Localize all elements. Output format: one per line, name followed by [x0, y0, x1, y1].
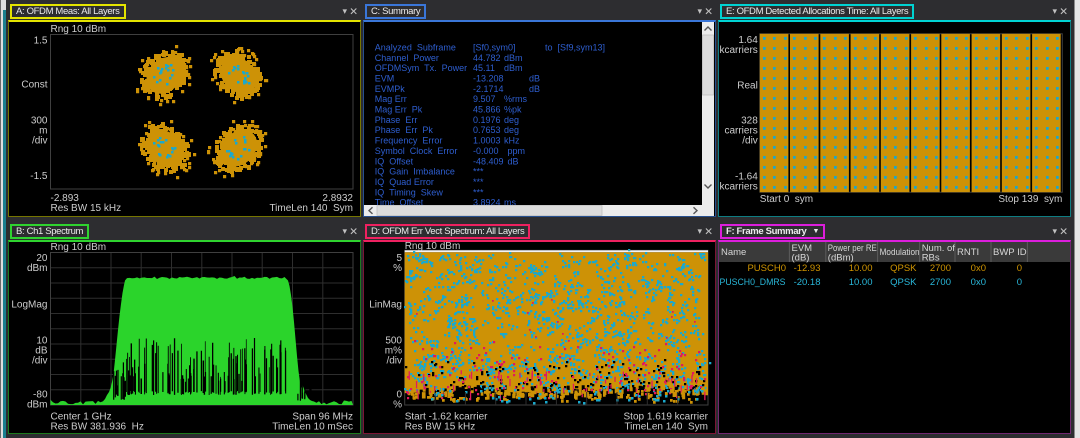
svg-text:Real: Real — [737, 81, 758, 92]
svg-text:/div: /div — [32, 136, 48, 147]
svg-text:Res BW 15 kHz: Res BW 15 kHz — [405, 422, 476, 433]
svg-text:%rms: %rms — [504, 94, 527, 104]
svg-text:(dBm): (dBm) — [828, 252, 854, 263]
svg-text:-13.208: -13.208 — [473, 73, 504, 83]
svg-text:/div: /div — [742, 136, 758, 147]
svg-text:[Sf0,sym0]: [Sf0,sym0] — [473, 42, 516, 52]
svg-text:QPSK: QPSK — [890, 263, 917, 274]
svg-text:RNTI: RNTI — [957, 247, 979, 258]
svg-text:PUSCH0: PUSCH0 — [747, 263, 786, 274]
svg-text:to [Sf9,sym13]: to [Sf9,sym13] — [545, 42, 605, 52]
svg-text:%: % — [393, 263, 402, 274]
svg-text:2700: 2700 — [930, 263, 951, 274]
svg-text:dBm: dBm — [27, 400, 48, 411]
svg-text:Phase Err: Phase Err — [375, 115, 418, 125]
svg-text:10.00: 10.00 — [849, 277, 873, 288]
svg-text:IQ Gain Imbalance: IQ Gain Imbalance — [375, 167, 455, 177]
svg-text:Rng 10 dBm: Rng 10 dBm — [51, 24, 107, 35]
svg-text:LinMag: LinMag — [369, 300, 402, 311]
svg-text:10.00: 10.00 — [849, 263, 873, 274]
svg-text:Symbol Clock Error: Symbol Clock Error — [375, 146, 458, 156]
svg-text:TimeLen 10 mSec: TimeLen 10 mSec — [272, 422, 353, 433]
svg-text:IQ Offset: IQ Offset — [375, 156, 414, 166]
svg-text:%pk: %pk — [504, 105, 522, 115]
svg-text:Mag Err: Mag Err — [375, 94, 407, 104]
svg-text:0: 0 — [1017, 263, 1022, 274]
svg-text:***: *** — [473, 167, 484, 177]
svg-text:Modulation: Modulation — [880, 247, 920, 258]
svg-text:-2.1714: -2.1714 — [473, 84, 504, 94]
svg-text:Res BW 381.936 Hz: Res BW 381.936 Hz — [51, 422, 144, 433]
svg-text:-48.409: -48.409 — [473, 156, 504, 166]
svg-text:Mag Err Pk: Mag Err Pk — [375, 105, 423, 115]
svg-text:RBs: RBs — [922, 252, 940, 263]
svg-text:BWP ID: BWP ID — [993, 247, 1027, 258]
svg-text:TimeLen 140 Sym: TimeLen 140 Sym — [269, 203, 353, 214]
svg-text:0.1976: 0.1976 — [473, 115, 501, 125]
svg-text:deg: deg — [504, 125, 519, 135]
svg-text:45.11: 45.11 — [473, 63, 495, 73]
svg-text:0: 0 — [1017, 277, 1022, 288]
svg-text:EVMPk: EVMPk — [375, 84, 406, 94]
svg-text:***: *** — [473, 187, 484, 197]
svg-text:dB: dB — [529, 84, 540, 94]
svg-text:44.782: 44.782 — [473, 53, 501, 63]
svg-text:Name: Name — [721, 247, 746, 258]
svg-text:1.5: 1.5 — [34, 36, 48, 47]
svg-text:Frequency Error: Frequency Error — [375, 136, 443, 146]
svg-text:PUSCH0_DMRS: PUSCH0_DMRS — [720, 277, 786, 288]
svg-text:Phase Err Pk: Phase Err Pk — [375, 125, 434, 135]
svg-text:0x0: 0x0 — [971, 277, 986, 288]
svg-text:-12.93: -12.93 — [794, 263, 821, 274]
svg-text:%: % — [393, 400, 402, 411]
svg-text:9.507: 9.507 — [473, 94, 496, 104]
svg-text:Rng 10 dBm: Rng 10 dBm — [51, 242, 107, 253]
svg-text:IQ Timing Skew: IQ Timing Skew — [375, 187, 444, 197]
svg-text:/div: /div — [32, 356, 48, 367]
svg-text:dBm: dBm — [504, 53, 523, 63]
svg-text:2700: 2700 — [930, 277, 951, 288]
svg-text:-1.5: -1.5 — [30, 171, 48, 182]
svg-text:dBm: dBm — [27, 263, 48, 274]
svg-text:(dB): (dB) — [792, 252, 810, 263]
svg-text:0.7653: 0.7653 — [473, 125, 501, 135]
svg-text:ppm: ppm — [508, 146, 526, 156]
svg-text:kcarriers: kcarriers — [719, 182, 757, 193]
svg-text:Analyzed Subframe: Analyzed Subframe — [375, 42, 456, 52]
svg-text:EVM: EVM — [375, 73, 395, 83]
svg-text:dBm: dBm — [504, 63, 523, 73]
svg-text:Start 0 sym: Start 0 sym — [760, 194, 813, 205]
svg-text:1.0003: 1.0003 — [473, 136, 501, 146]
svg-text:IQ Quad Error: IQ Quad Error — [375, 177, 434, 187]
svg-text:-0.000: -0.000 — [473, 146, 499, 156]
svg-text:Const: Const — [21, 80, 47, 91]
svg-text:kcarriers: kcarriers — [719, 45, 757, 56]
svg-text:***: *** — [473, 177, 484, 187]
svg-text:45.866: 45.866 — [473, 105, 501, 115]
svg-text:-20.18: -20.18 — [794, 277, 821, 288]
svg-text:OFDMSym Tx. Power: OFDMSym Tx. Power — [375, 63, 467, 73]
svg-text:LogMag: LogMag — [11, 300, 47, 311]
svg-text:TimeLen 140 Sym: TimeLen 140 Sym — [624, 422, 708, 433]
svg-text:Res BW 15 kHz: Res BW 15 kHz — [51, 203, 122, 214]
svg-text:/div: /div — [386, 356, 402, 367]
svg-text:Rng 10 dBm: Rng 10 dBm — [405, 242, 461, 252]
svg-text:Stop 139 sym: Stop 139 sym — [998, 194, 1062, 205]
svg-text:dB: dB — [508, 156, 519, 166]
svg-text:Channel Power: Channel Power — [375, 53, 439, 63]
svg-text:kHz: kHz — [504, 136, 520, 146]
svg-text:0x0: 0x0 — [971, 263, 986, 274]
svg-text:dB: dB — [529, 73, 540, 83]
svg-text:deg: deg — [504, 115, 519, 125]
svg-text:QPSK: QPSK — [890, 277, 917, 288]
